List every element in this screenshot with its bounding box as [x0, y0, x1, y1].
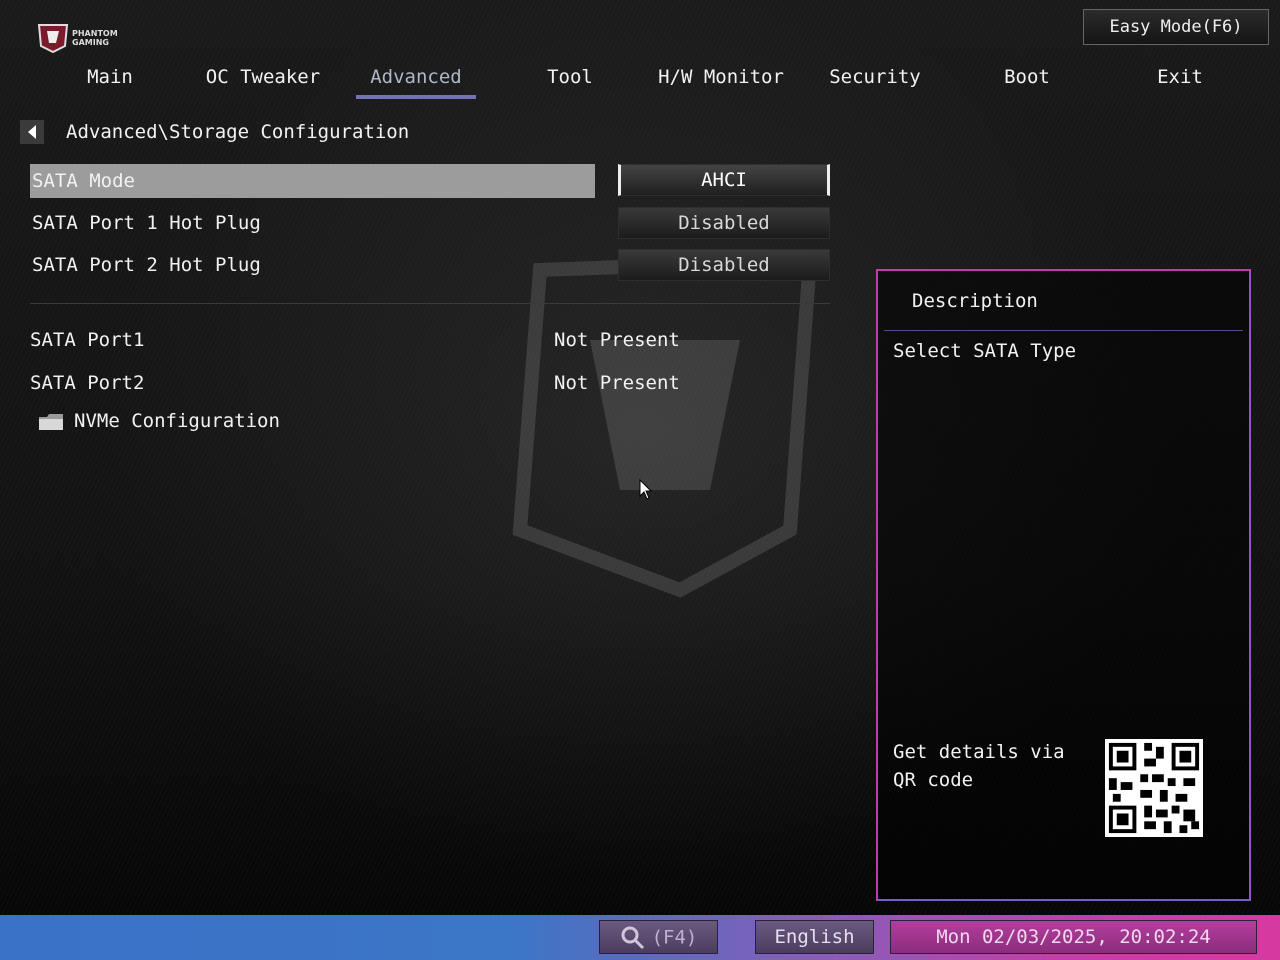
tab-tool[interactable]: Tool — [530, 64, 610, 98]
datetime-display: Mon 02/03/2025, 20:02:24 — [890, 920, 1257, 954]
phantom-gaming-icon — [37, 24, 69, 54]
description-divider — [884, 330, 1243, 331]
tab-exit[interactable]: Exit — [1140, 64, 1220, 98]
sata-port2-label: SATA Port2 — [30, 372, 145, 394]
tab-advanced[interactable]: Advanced — [356, 64, 476, 98]
sata-mode-select[interactable]: AHCI — [618, 164, 830, 196]
sata-port2-status: Not Present — [554, 372, 680, 394]
search-shortcut-label: (F4) — [651, 926, 698, 949]
description-text: Select SATA Type — [893, 340, 1077, 362]
nvme-configuration-link[interactable]: NVMe Configuration — [74, 408, 280, 434]
tab-boot[interactable]: Boot — [987, 64, 1067, 98]
sata-mode-label[interactable]: SATA Mode — [32, 164, 135, 198]
qr-caption: Get details via QR code — [893, 741, 1065, 791]
tab-security[interactable]: Security — [820, 64, 930, 98]
qr-code-icon[interactable] — [1105, 739, 1203, 837]
tab-hw-monitor[interactable]: H/W Monitor — [655, 64, 787, 98]
sata-port1-status: Not Present — [554, 329, 680, 351]
logo-text-line2: GAMING — [72, 38, 109, 47]
brand-watermark — [512, 252, 818, 598]
sata-port1-label: SATA Port1 — [30, 329, 145, 351]
sata-port2-hotplug-label[interactable]: SATA Port 2 Hot Plug — [32, 248, 261, 282]
easy-mode-button[interactable]: Easy Mode(F6) — [1083, 9, 1269, 45]
sata-port1-hotplug-label[interactable]: SATA Port 1 Hot Plug — [32, 206, 261, 240]
mouse-cursor-icon — [639, 479, 653, 500]
sata-port2-hotplug-select[interactable]: Disabled — [618, 249, 830, 281]
tab-main[interactable]: Main — [70, 64, 150, 98]
description-title: Description — [912, 290, 1038, 312]
language-button[interactable]: English — [755, 920, 874, 954]
back-button[interactable] — [20, 120, 44, 144]
active-tab-indicator — [356, 95, 476, 99]
brand-logo: PHANTOM GAMING — [36, 22, 128, 54]
tab-oc-tweaker[interactable]: OC Tweaker — [198, 64, 328, 98]
breadcrumb: Advanced\Storage Configuration — [66, 121, 410, 143]
arrow-left-icon — [28, 125, 36, 139]
search-button[interactable]: (F4) — [599, 920, 718, 954]
section-divider — [30, 303, 830, 304]
logo-text-line1: PHANTOM — [72, 29, 118, 38]
folder-icon — [39, 414, 63, 430]
search-icon — [621, 926, 644, 949]
sata-port1-hotplug-select[interactable]: Disabled — [618, 207, 830, 239]
